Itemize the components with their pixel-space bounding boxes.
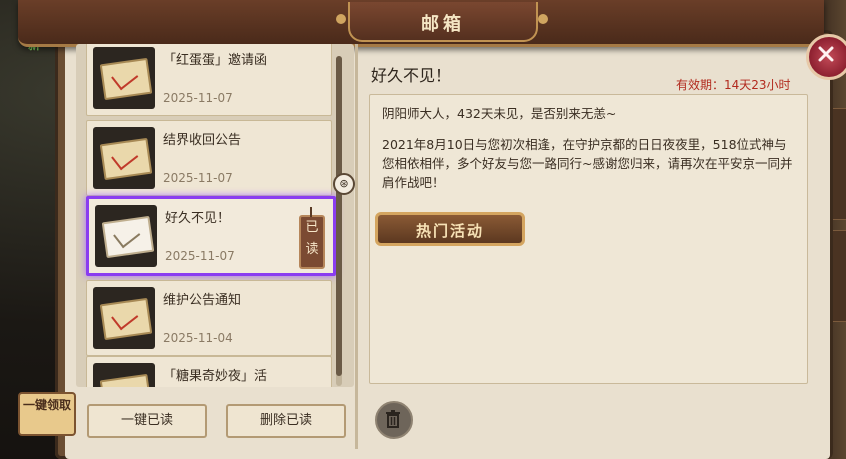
read-tag: 已读	[299, 207, 325, 269]
delete-read-button[interactable]: 删除已读	[226, 404, 346, 438]
mail-greeting: 阴阳师大人，432天未见，是否别来无恙~	[382, 106, 617, 121]
mail-item-selected[interactable]: 好久不见！ 2025-11-07 已读	[86, 196, 336, 276]
claim-all-button[interactable]: 一键领取	[18, 392, 76, 436]
mail-subject: 维护公告通知	[163, 293, 242, 308]
read-all-button[interactable]: 一键已读	[87, 404, 207, 438]
envelope-icon	[99, 57, 153, 101]
mail-list[interactable]: 「红蛋蛋」邀请函 2025-11-07 结界收回公告 2025-11-07 好久…	[76, 44, 354, 387]
mail-subject: 结界收回公告	[163, 133, 242, 148]
mail-date: 2025-11-04	[163, 331, 233, 345]
mail-item[interactable]: 「红蛋蛋」邀请函 2025-11-07	[86, 44, 332, 116]
mail-thumbnail	[93, 47, 155, 109]
close-icon	[818, 46, 834, 62]
title-bar: 邮箱	[18, 0, 824, 47]
side-panel	[832, 230, 846, 322]
mail-item[interactable]: 「糖果奇妙夜」活	[86, 356, 332, 387]
swirl-icon: ⊛	[333, 173, 355, 195]
mail-body: 2021年8月10日与您初次相逢，在守护京都的日日夜夜里，518位式神与您相依相…	[382, 137, 793, 190]
envelope-icon	[99, 373, 153, 387]
page-title: 邮箱	[421, 14, 465, 35]
mail-subject: 「红蛋蛋」邀请函	[163, 53, 268, 68]
mail-date: 2025-11-07	[163, 171, 233, 185]
mail-thumbnail	[95, 205, 157, 267]
hot-event-button[interactable]: 热门活动	[375, 212, 525, 246]
divider	[355, 44, 358, 449]
mail-date: 2025-11-07	[163, 91, 233, 105]
delete-mail-button[interactable]	[375, 401, 413, 439]
envelope-icon	[99, 297, 153, 341]
mail-subject: 「糖果奇妙夜」活	[163, 369, 268, 384]
mail-thumbnail	[93, 287, 155, 349]
mail-item[interactable]: 维护公告通知 2025-11-04	[86, 280, 332, 356]
mail-item[interactable]: 结界收回公告 2025-11-07	[86, 120, 332, 196]
envelope-icon	[99, 137, 153, 181]
close-button[interactable]	[806, 34, 846, 80]
ornament-icon	[336, 14, 346, 24]
mail-thumbnail	[93, 363, 155, 387]
mail-subject: 好久不见！	[165, 211, 231, 226]
expiry-label: 有效期：14天23小时	[676, 78, 791, 92]
mail-date: 2025-11-07	[165, 249, 235, 263]
ornament-icon	[538, 14, 548, 24]
side-panel	[832, 108, 846, 220]
mail-thumbnail	[93, 127, 155, 189]
scrollbar-thumb[interactable]	[336, 56, 342, 376]
trash-icon	[386, 410, 400, 428]
open-envelope-icon	[101, 215, 155, 259]
mail-detail-title: 好久不见！	[371, 66, 452, 85]
